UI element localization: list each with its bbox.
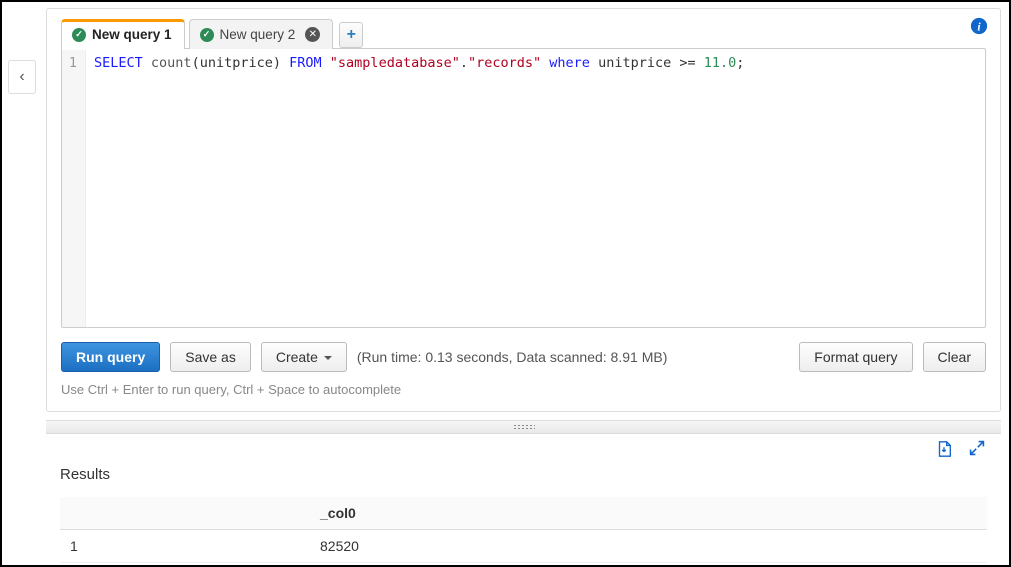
table-row[interactable]: 1 82520 — [60, 530, 987, 563]
run-query-button[interactable]: Run query — [61, 342, 160, 372]
clear-button[interactable]: Clear — [923, 342, 986, 372]
check-icon: ✓ — [200, 28, 214, 42]
query-tabs: ✓ New query 1 ✓ New query 2 ✕ + — [61, 19, 986, 49]
keyboard-hint: Use Ctrl + Enter to run query, Ctrl + Sp… — [61, 382, 986, 397]
tab-query-2[interactable]: ✓ New query 2 ✕ — [189, 19, 334, 49]
column-header-col0[interactable]: _col0 — [310, 497, 987, 530]
cell-rownum: 1 — [60, 530, 310, 563]
panel-resize-handle[interactable] — [46, 420, 1001, 434]
editor-gutter: 1 — [62, 49, 86, 327]
query-panel: i ✓ New query 1 ✓ New query 2 ✕ + 1 SELE… — [46, 8, 1001, 412]
close-icon[interactable]: ✕ — [305, 27, 320, 42]
sidebar-collapse-button[interactable]: ‹ — [8, 60, 36, 94]
column-header-rownum[interactable] — [60, 497, 310, 530]
format-query-button[interactable]: Format query — [799, 342, 912, 372]
save-as-button[interactable]: Save as — [170, 342, 251, 372]
tab-label: New query 1 — [92, 27, 172, 42]
chevron-left-icon: ‹ — [19, 68, 24, 86]
add-tab-button[interactable]: + — [339, 22, 363, 48]
expand-results-icon[interactable] — [969, 440, 985, 458]
tab-query-1[interactable]: ✓ New query 1 — [61, 19, 185, 49]
cell-value: 82520 — [310, 530, 987, 563]
info-icon[interactable]: i — [970, 17, 988, 35]
plus-icon: + — [347, 26, 356, 44]
results-actions — [935, 440, 985, 458]
results-title: Results — [60, 466, 110, 483]
check-icon: ✓ — [72, 28, 86, 42]
download-results-icon[interactable] — [935, 440, 953, 458]
run-info-text: (Run time: 0.13 seconds, Data scanned: 8… — [357, 349, 668, 365]
editor-code[interactable]: SELECT count(unitprice) FROM "sampledata… — [86, 49, 985, 327]
results-panel: Results _col0 1 82520 — [46, 434, 1001, 563]
editor-toolbar: Run query Save as Create (Run time: 0.13… — [61, 342, 986, 372]
tab-label: New query 2 — [220, 27, 296, 42]
results-table: _col0 1 82520 — [60, 497, 987, 563]
line-number: 1 — [68, 55, 77, 71]
table-header-row: _col0 — [60, 497, 987, 530]
grip-icon — [513, 424, 535, 430]
create-menu-button[interactable]: Create — [261, 342, 347, 372]
sql-editor[interactable]: 1 SELECT count(unitprice) FROM "sampleda… — [61, 48, 986, 328]
